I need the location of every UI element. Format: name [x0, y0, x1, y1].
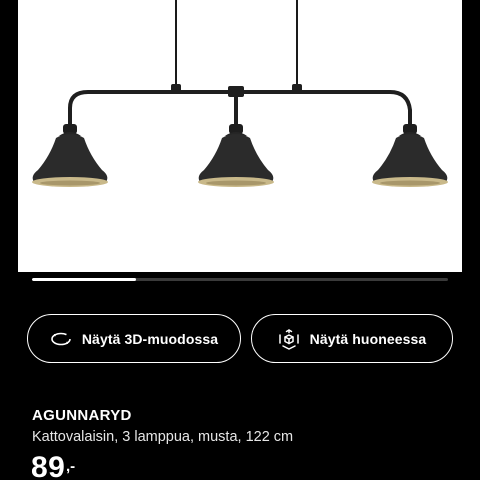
view-in-room-button[interactable]: Näytä huoneessa [251, 314, 453, 363]
product-image[interactable] [18, 0, 462, 272]
view-in-room-label: Näytä huoneessa [309, 330, 427, 347]
product-name: AGUNNARYD [32, 407, 132, 424]
lamp-shade-left [32, 124, 108, 187]
view-3d-label: Näytä 3D-muodossa [81, 330, 219, 347]
rotate-3d-icon [50, 331, 72, 347]
product-price-suffix: ,- [66, 458, 76, 475]
ar-cube-icon [278, 328, 300, 350]
gallery-progress-bar [32, 278, 448, 281]
lamp-shade-center [198, 124, 274, 187]
product-description: Kattovalaisin, 3 lamppua, musta, 122 cm [32, 429, 294, 445]
lamp-shade-right [372, 124, 448, 187]
gallery-progress-fill [32, 278, 136, 281]
product-page: Näytä 3D-muodossa Näytä huoneessa AGUNNA… [0, 0, 480, 480]
view-3d-button[interactable]: Näytä 3D-muodossa [27, 314, 241, 363]
product-price: 89 [31, 451, 66, 480]
pendant-lamp-illustration [32, 0, 448, 187]
